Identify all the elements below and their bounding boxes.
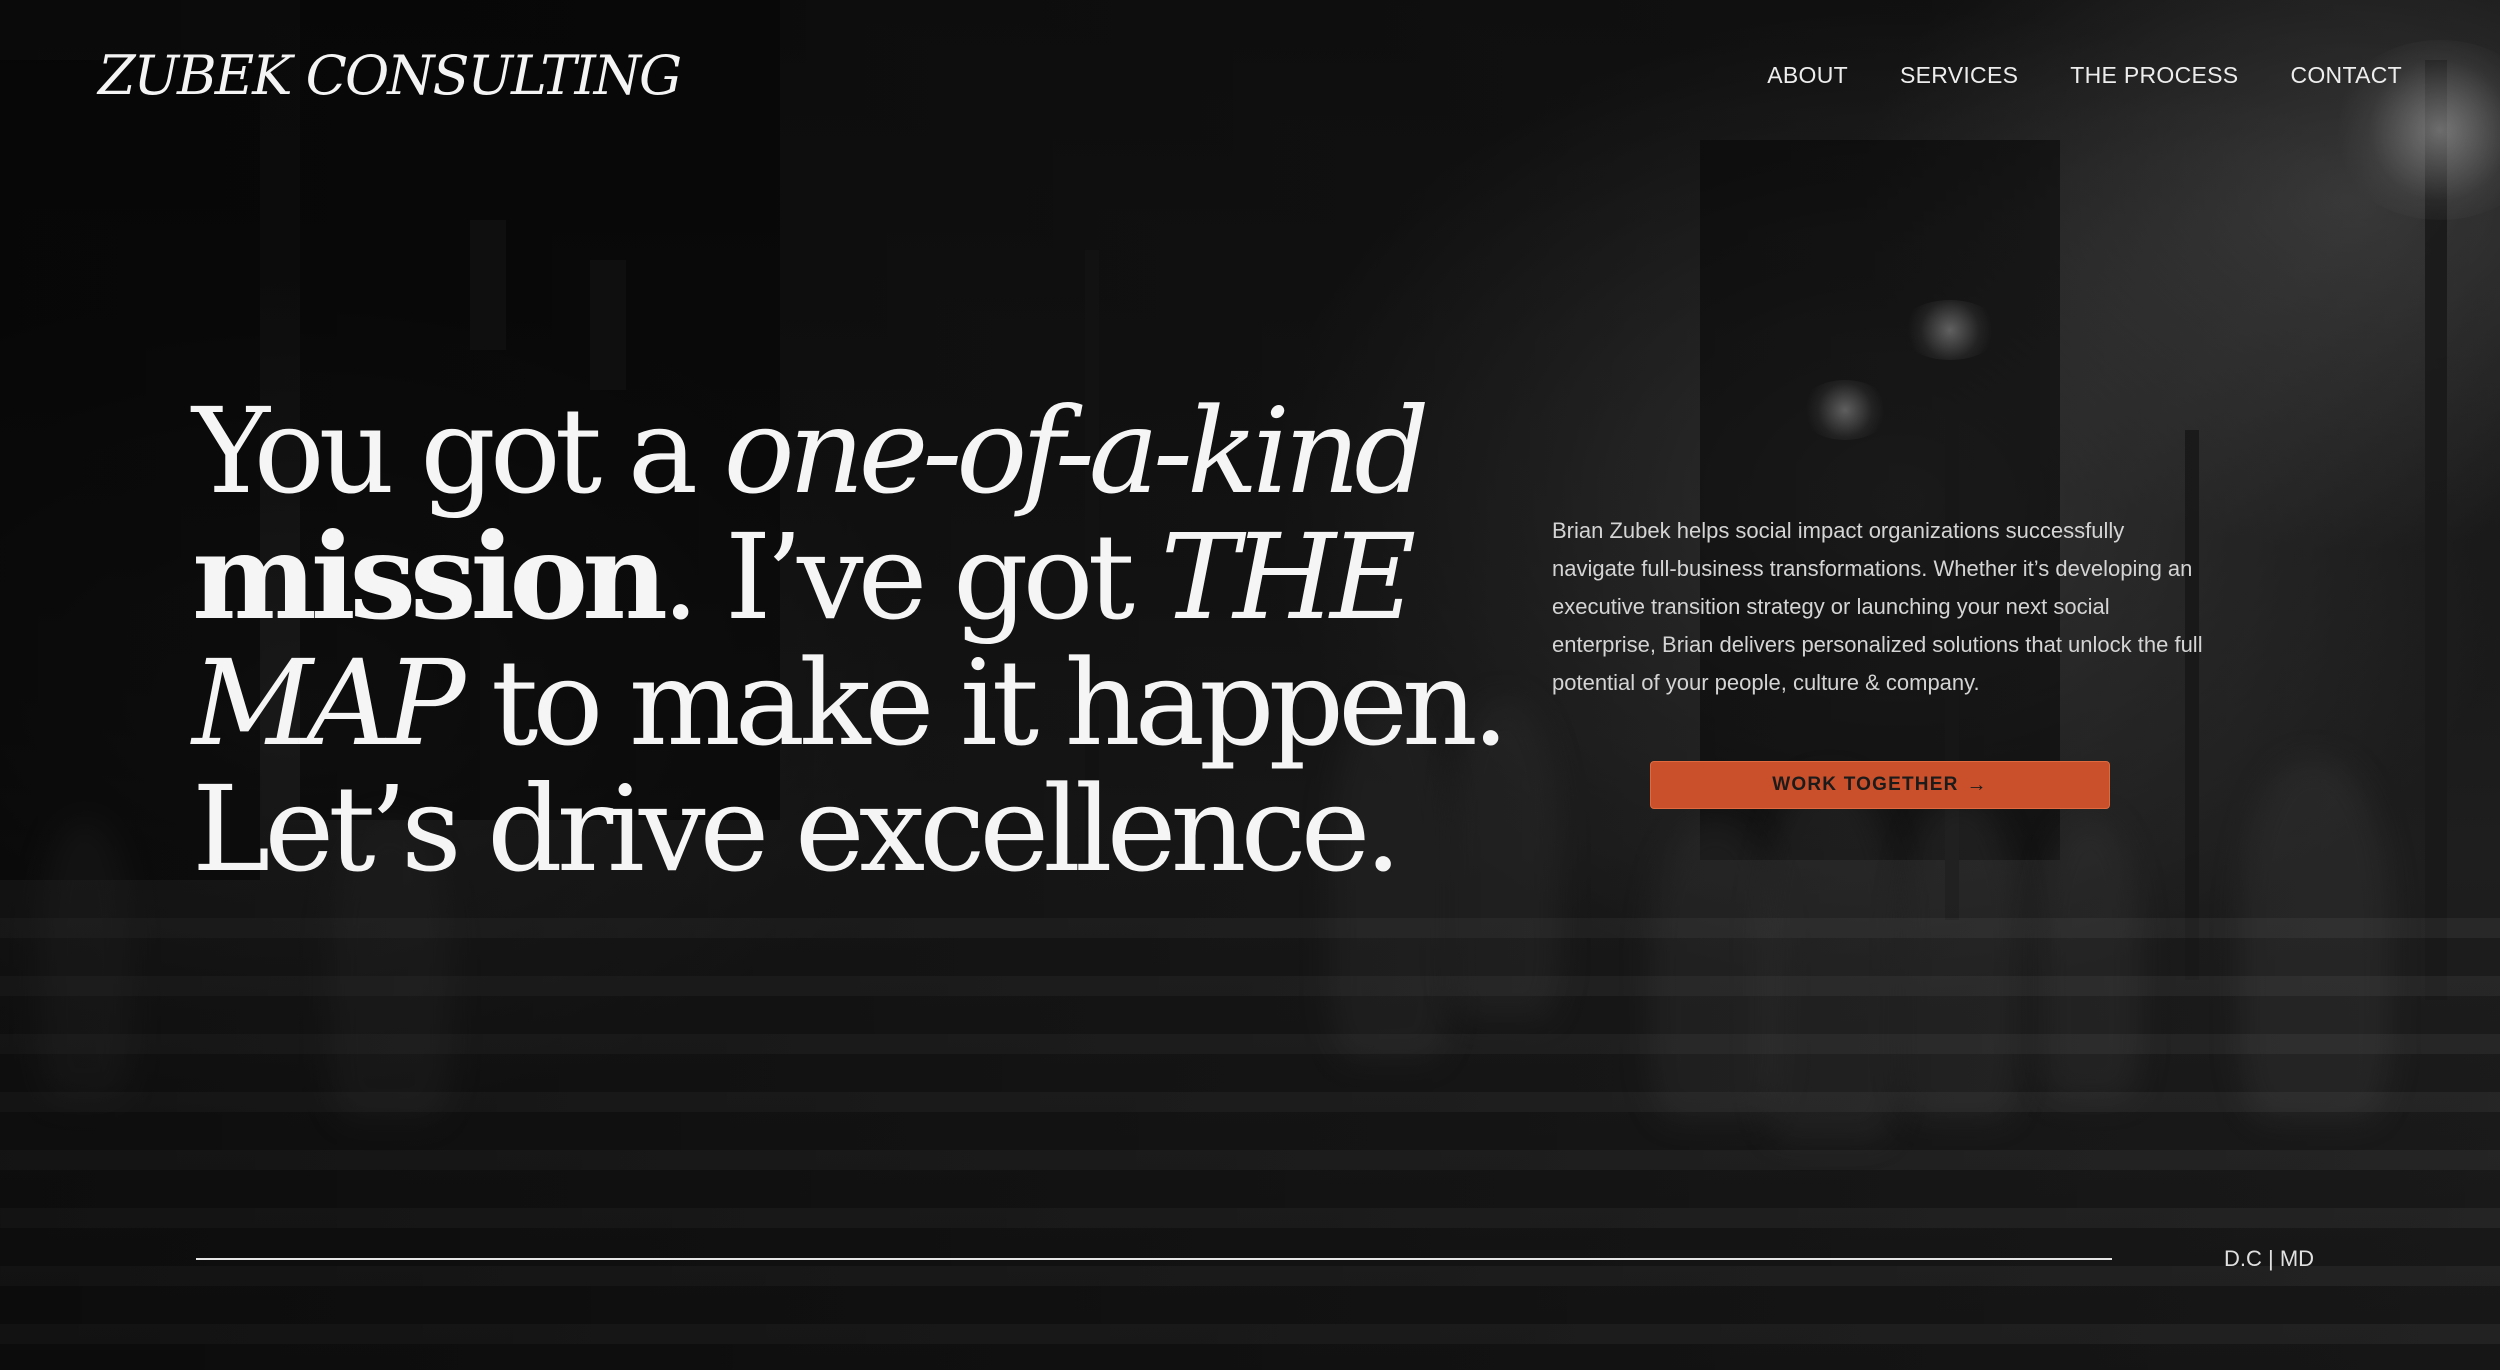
arrow-right-icon: →	[1966, 773, 1988, 796]
nav-item-contact[interactable]: CONTACT	[2290, 62, 2402, 89]
hero-headline: You got a one-of-a-kind mission. I’ve go…	[192, 382, 1509, 898]
hero-description: Brian Zubek helps social impact organiza…	[1552, 518, 2203, 695]
footer-divider	[196, 1258, 2112, 1260]
site-logo[interactable]: ZUBEK CONSULTING	[98, 44, 682, 107]
headline-line-1: You got a one-of-a-kind	[192, 382, 1430, 520]
headline-line-3: MAP to make it happen.	[192, 634, 1509, 772]
nav-item-services[interactable]: SERVICES	[1900, 62, 2018, 89]
main-nav: ABOUT SERVICES THE PROCESS CONTACT	[1767, 62, 2402, 89]
work-together-button[interactable]: WORK TOGETHER →	[1650, 761, 2110, 809]
work-together-label: WORK TOGETHER	[1772, 774, 1959, 795]
headline-line-2: mission. I’ve got THE	[192, 507, 1416, 646]
hero-page: ZUBEK CONSULTING ABOUT SERVICES THE PROC…	[0, 0, 2500, 1370]
location-label: D.C | MD	[2224, 1246, 2315, 1271]
headline-line-4: Let’s drive excellence.	[192, 760, 1402, 898]
nav-item-about[interactable]: ABOUT	[1767, 62, 1848, 89]
nav-item-the-process[interactable]: THE PROCESS	[2070, 62, 2238, 89]
